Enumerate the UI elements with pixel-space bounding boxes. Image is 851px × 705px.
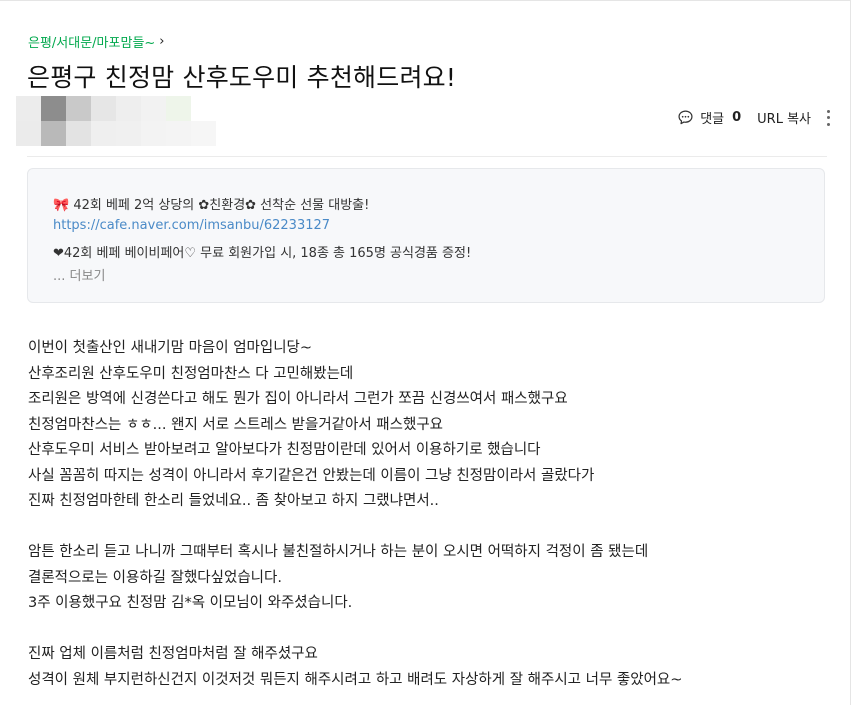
cafe-board-breadcrumb[interactable]: 은평/서대문/마포맘들~ › bbox=[28, 32, 165, 51]
url-copy-button[interactable]: URL 복사 bbox=[757, 108, 811, 127]
cafe-notice-box: 🎀 42회 베페 2억 상당의 ✿친환경✿ 선착순 선물 대방출! https:… bbox=[27, 168, 825, 303]
content-line: 산후도우미 서비스 받아보려고 알아보다가 친정맘이란데 있어서 이용하기로 했… bbox=[28, 442, 541, 458]
speech-bubble-icon bbox=[678, 110, 693, 125]
notice-line-3: ❤42회 베페 베이비페어♡ 무료 회원가입 시, 18종 총 165명 공식경… bbox=[53, 246, 472, 261]
top-border bbox=[0, 0, 851, 1]
content-line: 진짜 업체 이름처럼 친정엄마처럼 잘 해주셨구요 bbox=[28, 646, 318, 662]
comment-button[interactable]: 댓글 0 bbox=[677, 108, 741, 127]
content-line: 결론적으로는 이용하길 잘했다싶었습니다. bbox=[28, 569, 282, 586]
comment-label: 댓글 bbox=[700, 112, 725, 127]
content-line: 사실 꼼꼼히 따지는 성격이 아니라서 후기같은건 안봤는데 이름이 그냥 친정… bbox=[28, 467, 595, 484]
post-meta-actions: 댓글 0 URL 복사 bbox=[677, 108, 831, 127]
content-blank-line bbox=[28, 515, 682, 541]
author-info-blurred bbox=[16, 96, 216, 146]
content-line: 조리원은 방역에 신경쓴다고 해도 뭔가 집이 아니라서 그런가 쪼끔 신경쓰여… bbox=[28, 391, 568, 407]
content-line: 친정엄마찬스는 ㅎㅎ... 왠지 서로 스트레스 받을거같아서 패스했구요 bbox=[28, 416, 443, 433]
content-line: 성격이 원체 부지런하신건지 이것저것 뭐든지 해주시려고 하고 배려도 자상하… bbox=[28, 671, 683, 688]
post-content: 이번이 첫출산인 새내기맘 마음이 엄마입니당~ 산후조리원 산후도우미 친정엄… bbox=[28, 336, 682, 693]
notice-link[interactable]: https://cafe.naver.com/imsanbu/62233127 bbox=[53, 218, 330, 233]
header-divider bbox=[27, 156, 827, 157]
content-line: 이번이 첫출산인 새내기맘 마음이 엄마입니당~ bbox=[28, 340, 313, 356]
breadcrumb-label: 은평/서대문/마포맘들~ bbox=[28, 36, 156, 51]
notice-line-1: 🎀 42회 베페 2억 상당의 ✿친환경✿ 선착순 선물 대방출! bbox=[53, 198, 370, 213]
more-options-icon[interactable] bbox=[825, 109, 831, 126]
content-line: 산후조리원 산후도우미 친정엄마찬스 다 고민해봤는데 bbox=[28, 365, 354, 382]
post-title: 은평구 친정맘 산후도우미 추천해드려요! bbox=[27, 63, 457, 92]
content-line: 3주 이용했구요 친정맘 김*옥 이모님이 와주셨습니다. bbox=[28, 595, 353, 611]
content-line: 암튼 한소리 듣고 나니까 그때부터 혹시나 불친절하시거나 하는 분이 오시면… bbox=[28, 544, 649, 560]
chevron-right-icon: › bbox=[159, 34, 165, 49]
content-blank-line bbox=[28, 617, 682, 643]
notice-more-button[interactable]: ... 더보기 bbox=[53, 265, 105, 284]
comment-count: 0 bbox=[732, 110, 742, 125]
content-line: 진짜 친정엄마한테 한소리 들었네요.. 좀 찾아보고 하지 그랬냐면서.. bbox=[28, 493, 439, 509]
